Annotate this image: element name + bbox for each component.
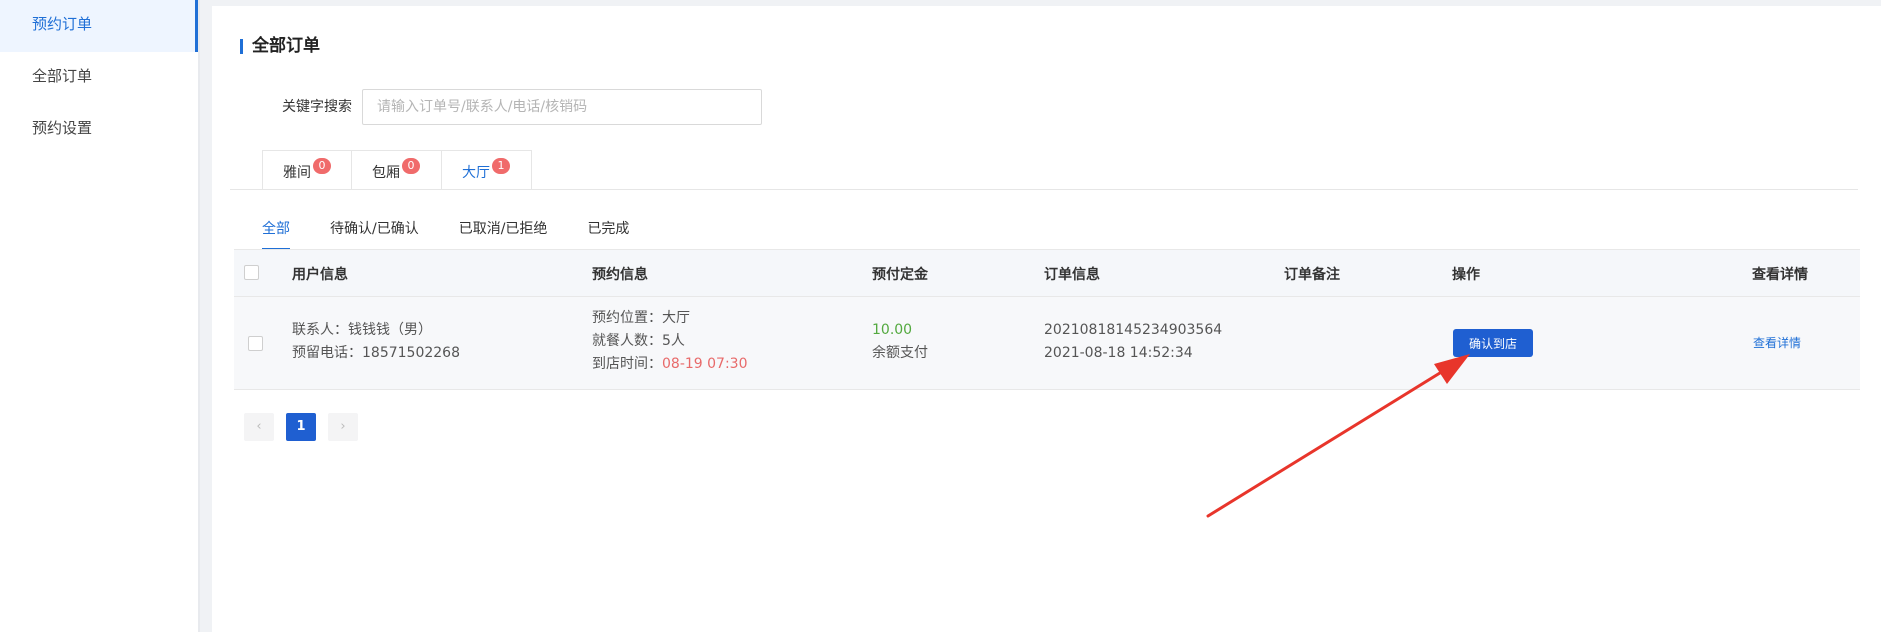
row-checkbox[interactable] — [248, 336, 263, 351]
table-header: 用户信息 预约信息 预付定金 订单信息 订单备注 操作 查看详情 — [234, 249, 1860, 297]
tab-status-pending-confirmed[interactable]: 待确认/已确认 — [330, 218, 419, 250]
tab-room-hall-badge: 1 — [492, 158, 510, 174]
tabs-divider — [230, 189, 1858, 190]
deposit-amount: 10.00 — [872, 322, 913, 338]
tab-status-cancelled-rejected[interactable]: 已取消/已拒绝 — [459, 218, 548, 250]
order-number: 20210818145234903564 — [1044, 322, 1223, 338]
sidebar-item-reservation-orders[interactable]: 预约订单 — [0, 0, 198, 52]
arrival-label: 到店时间： — [592, 356, 662, 372]
search-label: 关键字搜索 — [282, 99, 352, 115]
header-user-info: 用户信息 — [292, 267, 348, 283]
order-time: 2021-08-18 14:52:34 — [1044, 345, 1193, 361]
deposit-cell: 10.00 余额支付 — [872, 319, 928, 365]
tab-status-all[interactable]: 全部 — [262, 218, 290, 250]
tab-room-private[interactable]: 雅间 0 — [262, 150, 352, 190]
header-order-info: 订单信息 — [1044, 267, 1100, 283]
payment-method: 余额支付 — [872, 345, 928, 361]
page-1-button[interactable]: 1 — [286, 413, 316, 441]
confirm-arrival-button[interactable]: 确认到店 — [1453, 329, 1533, 357]
order-info-cell: 20210818145234903564 2021-08-18 14:52:34 — [1044, 319, 1222, 365]
diners-text: 就餐人数：5人 — [592, 333, 685, 349]
header-details: 查看详情 — [1752, 267, 1808, 283]
tab-room-hall-label: 大厅 — [462, 165, 490, 181]
contact-text: 联系人：钱钱钱（男） — [292, 322, 432, 338]
sidebar-item-reservation-settings[interactable]: 预约设置 — [0, 104, 198, 156]
arrival-line: 到店时间：08-19 07:30 — [592, 353, 747, 376]
user-info-cell: 联系人：钱钱钱（男） 预留电话：18571502268 — [292, 319, 460, 365]
table-row: 联系人：钱钱钱（男） 预留电话：18571502268 预约位置：大厅 就餐人数… — [234, 297, 1860, 390]
header-reservation-info: 预约信息 — [592, 267, 648, 283]
header-remark: 订单备注 — [1284, 267, 1340, 283]
main-panel: 全部订单 关键字搜索 雅间 0 包厢 0 大厅 1 全部 待确认/已确认 已取消… — [212, 6, 1881, 632]
tab-status-completed[interactable]: 已完成 — [587, 218, 629, 250]
orders-table: 用户信息 预约信息 预付定金 订单信息 订单备注 操作 查看详情 联系人：钱钱钱… — [234, 249, 1860, 390]
select-all-checkbox[interactable] — [244, 265, 259, 280]
search-input[interactable] — [362, 89, 762, 125]
next-page-button[interactable]: › — [328, 413, 358, 441]
room-tabs: 雅间 0 包厢 0 大厅 1 — [262, 150, 532, 190]
tab-room-hall[interactable]: 大厅 1 — [442, 150, 532, 190]
tab-room-private-badge: 0 — [313, 158, 331, 174]
tab-room-box[interactable]: 包厢 0 — [352, 150, 442, 190]
tab-room-box-label: 包厢 — [372, 165, 400, 181]
location-text: 预约位置：大厅 — [592, 310, 690, 326]
phone-text: 预留电话：18571502268 — [292, 345, 460, 361]
pagination: ‹ 1 › — [244, 413, 370, 441]
view-details-link[interactable]: 查看详情 — [1753, 334, 1801, 351]
tab-room-private-label: 雅间 — [283, 165, 311, 181]
app-root: 预约订单 全部订单 预约设置 全部订单 关键字搜索 雅间 0 包厢 0 大厅 1… — [0, 0, 1881, 632]
header-action: 操作 — [1452, 267, 1480, 283]
tab-room-box-badge: 0 — [402, 158, 420, 174]
page-title: 全部订单 — [240, 36, 320, 56]
sidebar-item-all-orders[interactable]: 全部订单 — [0, 52, 198, 104]
sidebar: 预约订单 全部订单 预约设置 — [0, 0, 200, 632]
reservation-info-cell: 预约位置：大厅 就餐人数：5人 到店时间：08-19 07:30 — [592, 307, 747, 376]
prev-page-button[interactable]: ‹ — [244, 413, 274, 441]
arrival-time: 08-19 07:30 — [662, 356, 748, 372]
header-deposit: 预付定金 — [872, 267, 928, 283]
status-tabs: 全部 待确认/已确认 已取消/已拒绝 已完成 — [262, 218, 669, 250]
